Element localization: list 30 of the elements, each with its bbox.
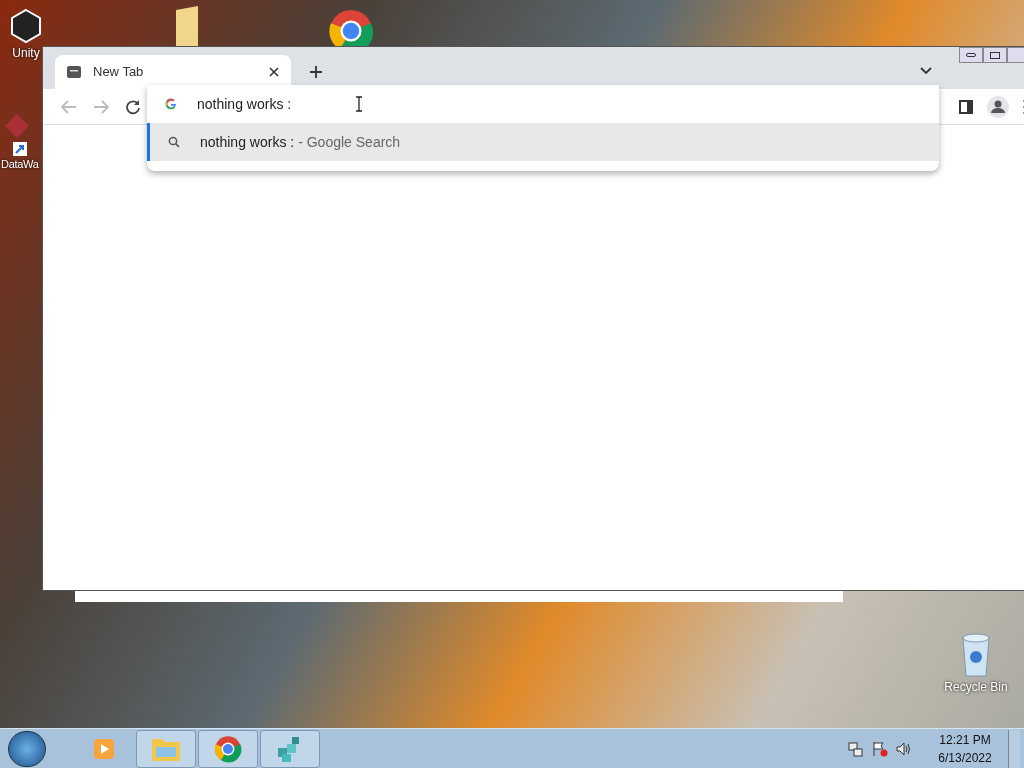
text-cursor-icon	[355, 96, 364, 112]
side-panel-icon[interactable]	[959, 99, 973, 114]
chrome-icon	[214, 734, 242, 763]
icon-label: DataWa	[1, 157, 39, 172]
recycle-bin-icon[interactable]	[959, 632, 993, 678]
profile-icon[interactable]	[987, 95, 1009, 118]
google-icon	[165, 98, 177, 110]
page-icon	[67, 66, 81, 78]
chevron-down-icon[interactable]	[920, 67, 932, 75]
minimize-button[interactable]	[959, 47, 983, 63]
clock[interactable]: 12:21 PM 6/13/2022	[930, 730, 1000, 767]
start-button[interactable]	[8, 730, 46, 767]
speaker-icon[interactable]	[896, 740, 912, 757]
address-text: nothing works :	[197, 94, 292, 114]
clock-date: 6/13/2022	[938, 749, 992, 767]
suggestion-suffix: - Google Search	[298, 132, 401, 152]
icon-label: Recycle Bin	[944, 679, 1008, 696]
flag-icon[interactable]	[872, 740, 888, 757]
plus-icon[interactable]	[309, 65, 323, 79]
tab-title: New Tab	[93, 63, 145, 82]
search-icon	[168, 136, 180, 148]
suggestion-query: nothing works :	[200, 132, 295, 152]
network-icon[interactable]	[848, 740, 864, 757]
maximize-button[interactable]	[983, 47, 1007, 63]
icon-label: Unity	[12, 45, 40, 62]
browser-tab[interactable]: New Tab	[55, 55, 291, 89]
suggestion-row[interactable]: nothing works : - Google Search	[147, 123, 939, 161]
reload-icon[interactable]	[125, 98, 141, 115]
close-icon[interactable]	[269, 67, 279, 77]
clock-time: 12:21 PM	[939, 731, 991, 749]
